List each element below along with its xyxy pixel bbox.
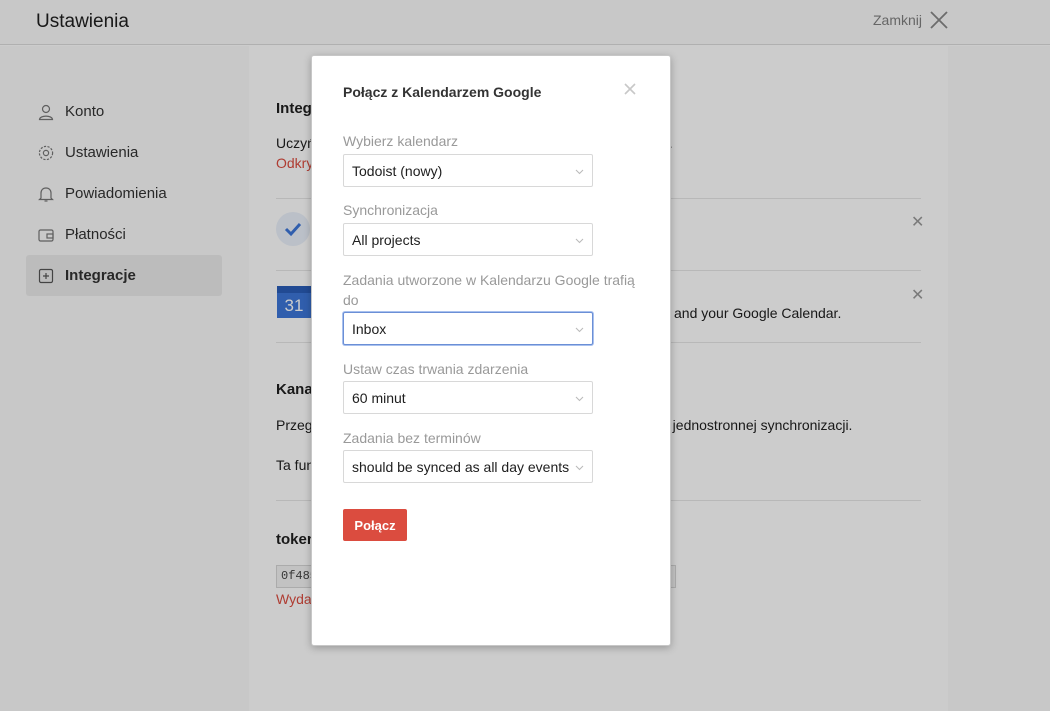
chevron-down-icon <box>575 396 584 402</box>
sync-select[interactable]: All projects <box>343 223 593 256</box>
calendar-label: Wybierz kalendarz <box>343 133 459 149</box>
calendar-select[interactable]: Todoist (nowy) <box>343 154 593 187</box>
sync-select-value: All projects <box>352 231 421 248</box>
duration-label: Ustaw czas trwania zdarzenia <box>343 361 529 377</box>
chevron-down-icon <box>575 238 584 244</box>
calendar-select-value: Todoist (nowy) <box>352 162 443 179</box>
target-project-label: Zadania utworzone w Kalendarzu Google tr… <box>343 272 635 308</box>
dialog-title: Połącz z Kalendarzem Google <box>343 84 542 100</box>
no-date-tasks-label: Zadania bez terminów <box>343 430 481 446</box>
connect-button[interactable]: Połącz <box>343 509 407 541</box>
target-project-select[interactable]: Inbox <box>343 312 593 345</box>
chevron-down-icon <box>575 465 584 471</box>
no-date-tasks-select-value: should be synced as all day events <box>352 458 570 475</box>
sync-label: Synchronizacja <box>343 202 438 218</box>
target-project-select-value: Inbox <box>352 320 387 337</box>
duration-select-value: 60 minut <box>352 389 406 406</box>
chevron-down-icon <box>575 169 584 175</box>
close-icon[interactable] <box>623 82 637 96</box>
duration-select[interactable]: 60 minut <box>343 381 593 414</box>
google-calendar-dialog: Połącz z Kalendarzem Google Wybierz kale… <box>311 55 671 646</box>
chevron-down-icon <box>575 327 584 333</box>
no-date-tasks-select[interactable]: should be synced as all day events <box>343 450 593 483</box>
